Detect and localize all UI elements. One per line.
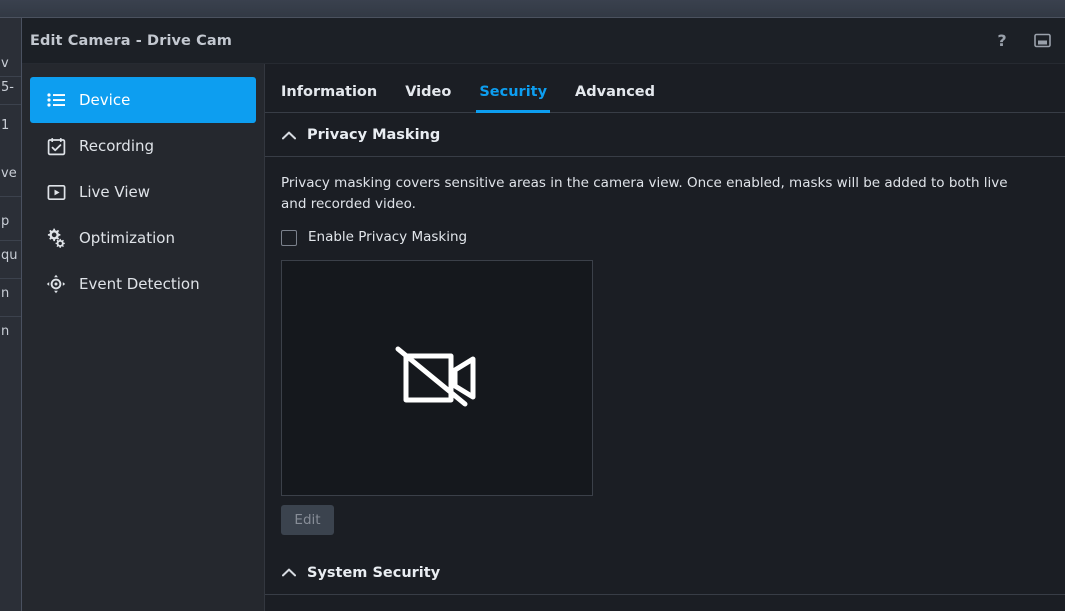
edit-camera-dialog: Edit Camera - Drive Cam ?: [22, 18, 1065, 611]
sidebar-item-optimization[interactable]: Optimization: [30, 215, 256, 261]
help-icon[interactable]: ?: [989, 28, 1015, 54]
bg-divider: [0, 76, 22, 77]
enable-privacy-masking-label: Enable Privacy Masking: [308, 231, 467, 245]
gears-icon: [46, 228, 66, 248]
bg-text-fragment: v: [0, 56, 22, 71]
sidebar-item-device[interactable]: Device: [30, 77, 256, 123]
tab-information[interactable]: Information: [281, 85, 377, 113]
chevron-up-icon: [281, 565, 297, 581]
bg-text-fragment: ve: [0, 166, 22, 181]
restore-window-icon[interactable]: [1029, 28, 1055, 54]
play-box-icon: [46, 182, 66, 202]
section-title: Privacy Masking: [307, 128, 440, 143]
camera-preview-area[interactable]: [281, 260, 593, 496]
help-glyph: ?: [997, 33, 1006, 49]
tab-advanced[interactable]: Advanced: [575, 85, 655, 113]
bg-divider: [0, 196, 22, 197]
titlebar-actions: ?: [989, 18, 1055, 63]
bg-text-fragment: 1: [0, 118, 22, 133]
sidebar-item-label: Recording: [79, 139, 154, 154]
bg-divider: [0, 240, 22, 241]
background-window-sliver[interactable]: v 5- 1 ve p qu n n: [0, 18, 22, 611]
bg-divider: [0, 316, 22, 317]
chevron-up-icon: [281, 127, 297, 143]
section-body-system-security: All camera footage can be further protec…: [265, 595, 1065, 611]
enable-privacy-masking-checkbox[interactable]: [281, 230, 297, 246]
sidebar-item-label: Optimization: [79, 231, 175, 246]
content-scroll-area[interactable]: Privacy Masking Privacy masking covers s…: [265, 113, 1065, 611]
tab-security[interactable]: Security: [479, 85, 547, 113]
section-header-privacy-masking[interactable]: Privacy Masking: [265, 113, 1065, 157]
bg-text-fragment: 5-: [0, 80, 22, 95]
sidebar-item-label: Device: [79, 93, 130, 108]
section-header-system-security[interactable]: System Security: [265, 551, 1065, 595]
camera-off-icon: [393, 344, 481, 412]
desktop-top-strip: [0, 0, 1065, 18]
bg-divider: [0, 278, 22, 279]
list-icon: [46, 90, 66, 110]
dialog-body: Device Recording: [22, 64, 1065, 611]
privacy-masking-description: Privacy masking covers sensitive areas i…: [281, 173, 1029, 215]
content-tabs: Information Video Security Advanced: [265, 64, 1065, 113]
bg-text-fragment: qu: [0, 248, 22, 263]
sidebar-item-live-view[interactable]: Live View: [30, 169, 256, 215]
screen: v 5- 1 ve p qu n n Edit Camera - Drive C…: [0, 0, 1065, 611]
dialog-sidebar: Device Recording: [22, 64, 265, 611]
sidebar-item-label: Live View: [79, 185, 150, 200]
crosshair-icon: [46, 274, 66, 294]
sidebar-item-event-detection[interactable]: Event Detection: [30, 261, 256, 307]
tab-video[interactable]: Video: [405, 85, 451, 113]
sidebar-item-label: Event Detection: [79, 277, 200, 292]
calendar-check-icon: [46, 136, 66, 156]
enable-privacy-masking-checkbox-row[interactable]: Enable Privacy Masking: [281, 230, 467, 246]
sidebar-item-recording[interactable]: Recording: [30, 123, 256, 169]
bg-divider: [0, 104, 22, 105]
dialog-title: Edit Camera - Drive Cam: [30, 33, 232, 49]
section-body-privacy-masking: Privacy masking covers sensitive areas i…: [265, 157, 1065, 535]
bg-text-fragment: n: [0, 286, 22, 301]
edit-mask-button[interactable]: Edit: [281, 505, 334, 535]
dialog-content: Information Video Security Advanced Priv…: [265, 64, 1065, 611]
section-title: System Security: [307, 566, 440, 581]
dialog-titlebar[interactable]: Edit Camera - Drive Cam ?: [22, 18, 1065, 64]
bg-text-fragment: n: [0, 324, 22, 339]
bg-text-fragment: p: [0, 214, 22, 229]
